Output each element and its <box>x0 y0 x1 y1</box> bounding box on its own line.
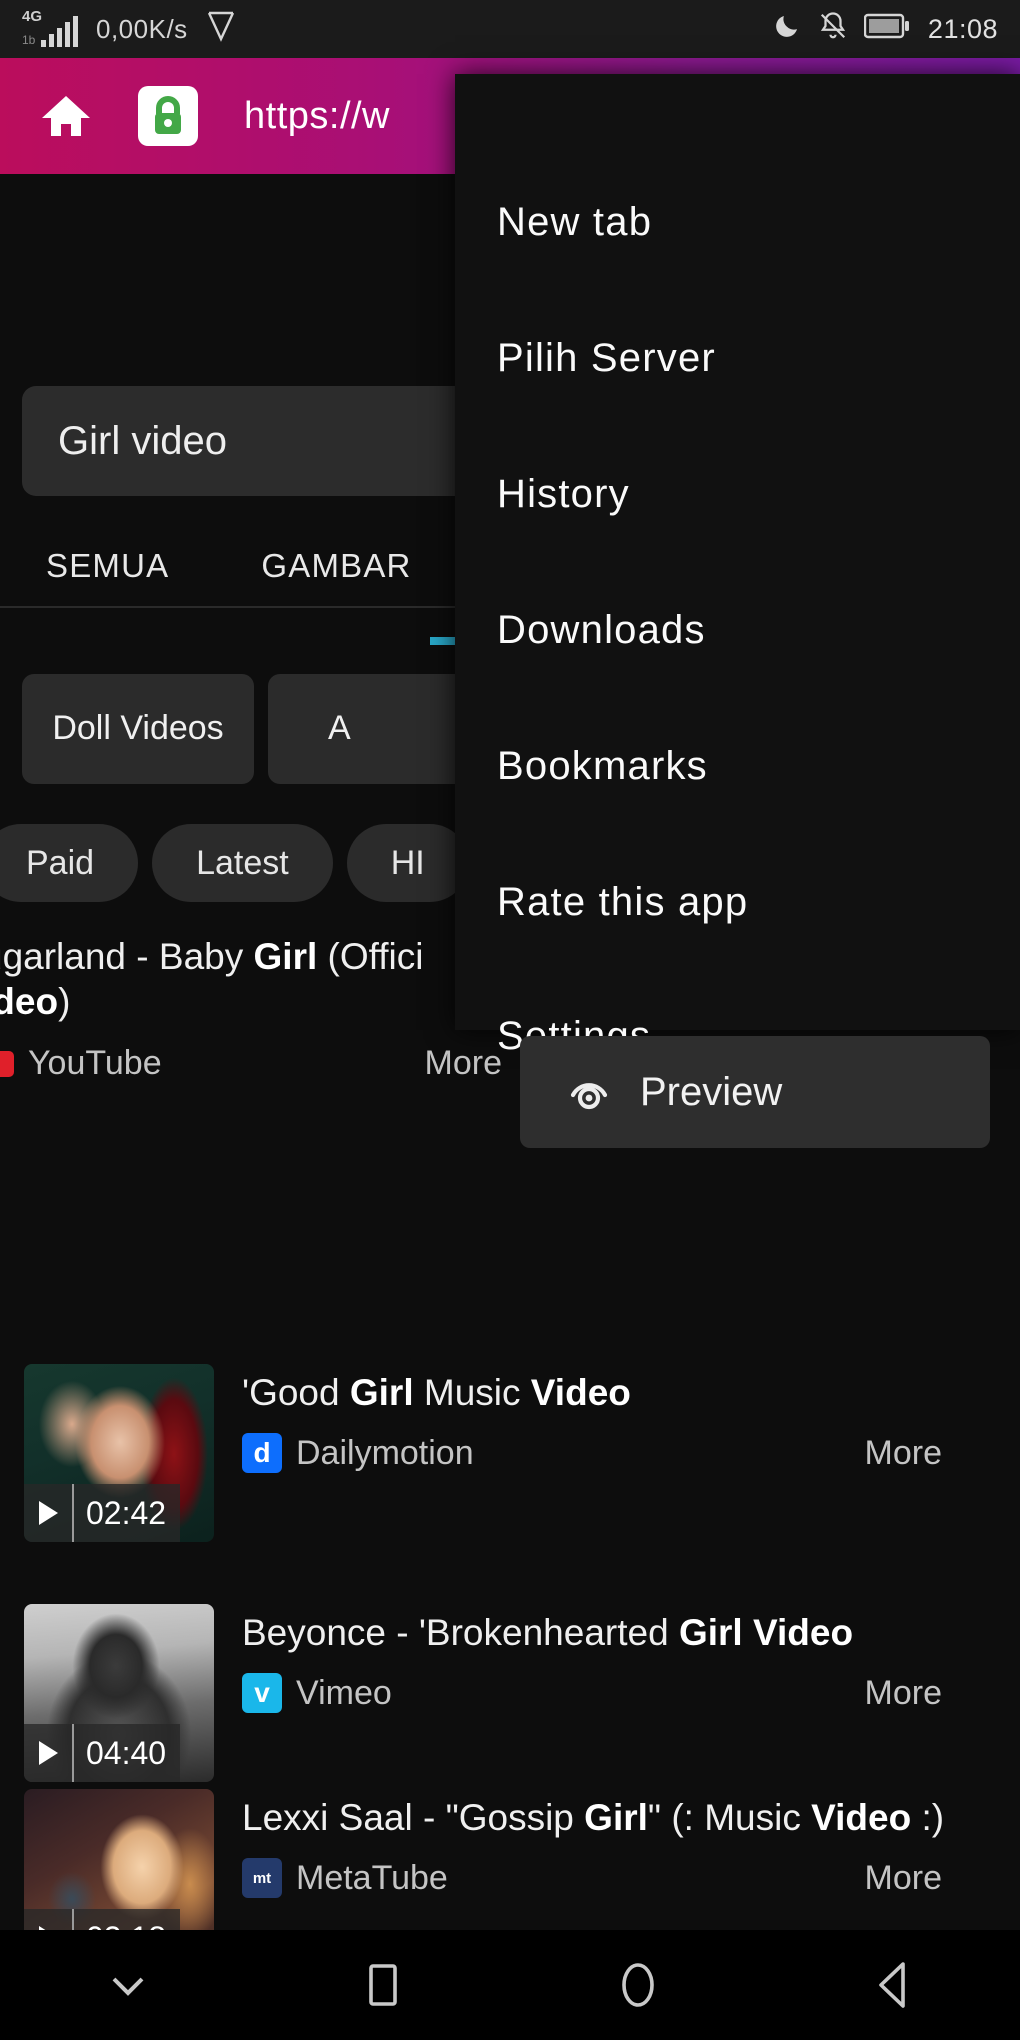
result-title-part: ugarland - Baby <box>0 936 254 977</box>
search-query-text: Girl video <box>58 418 227 463</box>
chip-label: Latest <box>196 843 289 882</box>
preview-radar-icon <box>566 1067 612 1118</box>
android-navigation-bar <box>0 1930 1020 2040</box>
result-meta: d Dailymotion More <box>242 1433 942 1474</box>
bell-off-icon <box>818 11 848 48</box>
triangle-left-icon[interactable] <box>765 1959 1020 2011</box>
battery-icon <box>863 12 912 47</box>
result-title-highlight: Girl <box>584 1797 648 1838</box>
duration-overlay: 02:42 <box>24 1484 214 1542</box>
dailymotion-icon: d <box>242 1433 282 1474</box>
result-item-good-girl[interactable]: 02:42 'Good Girl Music Video d Dailymoti… <box>0 1364 1020 1542</box>
suggestion-card-label: Doll Videos <box>52 709 224 748</box>
status-bar-left: 4G 1b 0,00K/s <box>22 8 236 48</box>
result-title-highlight: Video <box>530 1372 631 1413</box>
result-meta: mt MetaTube More <box>242 1858 942 1899</box>
preview-button[interactable]: Preview <box>520 1036 990 1148</box>
home-icon[interactable] <box>40 93 92 139</box>
result-title-highlight: Girl <box>678 1612 743 1653</box>
result-title-part: Beyonce - 'Brokenhearted <box>242 1612 679 1653</box>
result-item-beyonce[interactable]: 04:40 Beyonce - 'Brokenhearted Girl Vide… <box>0 1604 1020 1782</box>
result-source-label: MetaTube <box>296 1858 448 1897</box>
more-link[interactable]: More <box>865 1859 942 1898</box>
tab-semua[interactable]: SEMUA <box>46 547 169 585</box>
result-title-part: 'Good <box>242 1372 350 1413</box>
result-meta: YouTube More <box>0 1044 502 1083</box>
result-title-part: " (: Music <box>647 1797 812 1838</box>
chip-hi[interactable]: HI <box>346 824 469 902</box>
signal-strength-icon: 4G 1b <box>22 8 78 48</box>
result-title-highlight: Video <box>811 1797 912 1838</box>
result-title: 'Good Girl Music Video <box>242 1370 982 1415</box>
more-link[interactable]: More <box>865 1434 942 1473</box>
data-speed-label: 0,00K/s <box>96 13 188 44</box>
chip-paid[interactable]: Paid <box>0 824 139 902</box>
tab-gambar[interactable]: GAMBAR <box>261 547 411 585</box>
result-meta: v Vimeo More <box>242 1673 942 1714</box>
menu-item-new-tab[interactable]: New tab <box>497 200 652 245</box>
result-title-highlight: Video <box>752 1612 854 1653</box>
result-title-part: ) <box>58 981 71 1023</box>
filter-chips: Paid Latest HI <box>0 824 469 902</box>
square-icon[interactable] <box>255 1961 510 2009</box>
circle-icon[interactable] <box>510 1959 765 2011</box>
preview-label: Preview <box>640 1069 783 1114</box>
youtube-icon <box>0 1050 14 1077</box>
chevron-down-icon[interactable] <box>0 1970 255 2000</box>
menu-item-bookmarks[interactable]: Bookmarks <box>497 744 708 789</box>
result-source-label: Vimeo <box>296 1673 392 1712</box>
suggestion-card-doll-videos[interactable]: Doll Videos <box>22 674 254 784</box>
play-icon <box>24 1724 72 1782</box>
status-bar-right: 21:08 <box>772 11 998 48</box>
chip-label: Paid <box>26 843 95 882</box>
vpn-icon <box>206 10 236 48</box>
status-bar: 4G 1b 0,00K/s 21:08 <box>0 0 1020 58</box>
moon-icon <box>772 11 802 48</box>
video-thumbnail[interactable]: 04:40 <box>24 1604 214 1782</box>
result-body: 'Good Girl Music Video d Dailymotion Mor… <box>242 1364 982 1474</box>
menu-item-rate-this-app[interactable]: Rate this app <box>497 880 748 925</box>
url-text[interactable]: https://w <box>244 95 390 138</box>
result-source-label: Dailymotion <box>296 1433 474 1472</box>
menu-item-downloads[interactable]: Downloads <box>497 608 706 653</box>
result-source-label: YouTube <box>28 1044 162 1083</box>
video-thumbnail[interactable]: 02:42 <box>24 1364 214 1542</box>
duration-label: 04:40 <box>72 1724 181 1782</box>
result-title-part: (Offici <box>317 936 424 977</box>
menu-item-pilih-server[interactable]: Pilih Server <box>497 336 716 381</box>
metatube-icon: mt <box>242 1858 282 1899</box>
duration-label: 02:42 <box>72 1484 181 1542</box>
chip-latest[interactable]: Latest <box>152 824 333 902</box>
more-link[interactable]: More <box>425 1044 502 1083</box>
result-title: Lexxi Saal - "Gossip Girl" (: Music Vide… <box>242 1795 982 1840</box>
chip-label: HI <box>390 843 425 882</box>
result-title-part: Music <box>413 1372 531 1413</box>
result-body: Beyonce - 'Brokenhearted Girl Video v Vi… <box>242 1604 982 1714</box>
suggestion-card-label: A <box>328 709 351 748</box>
vimeo-icon: v <box>242 1673 282 1714</box>
network-sub-label: 1b <box>22 33 36 47</box>
play-icon <box>24 1484 72 1542</box>
result-title-part: Lexxi Saal - "Gossip <box>242 1797 585 1838</box>
result-body: Lexxi Saal - "Gossip Girl" (: Music Vide… <box>242 1789 982 1899</box>
signal-bars-icon <box>41 16 78 47</box>
result-title-part <box>743 1612 753 1653</box>
result-title: Beyonce - 'Brokenhearted Girl Video <box>242 1610 982 1655</box>
more-link[interactable]: More <box>865 1674 942 1713</box>
browser-overflow-menu: New tab Pilih Server History Downloads B… <box>455 74 1020 1058</box>
clock-label: 21:08 <box>927 13 998 44</box>
menu-item-history[interactable]: History <box>497 472 630 517</box>
result-title-highlight: ideo <box>0 981 59 1023</box>
suggestion-cards: Doll Videos A <box>22 674 500 784</box>
lock-icon[interactable] <box>138 86 198 146</box>
result-title-highlight: Girl <box>349 1372 414 1413</box>
result-title-part: :) <box>911 1797 945 1838</box>
phone-screen: 4G 1b 0,00K/s 21:08 https://w Girl video… <box>0 0 1020 2040</box>
duration-overlay: 04:40 <box>24 1724 214 1782</box>
network-type-label: 4G <box>22 8 43 25</box>
result-title-highlight: Girl <box>253 936 318 977</box>
